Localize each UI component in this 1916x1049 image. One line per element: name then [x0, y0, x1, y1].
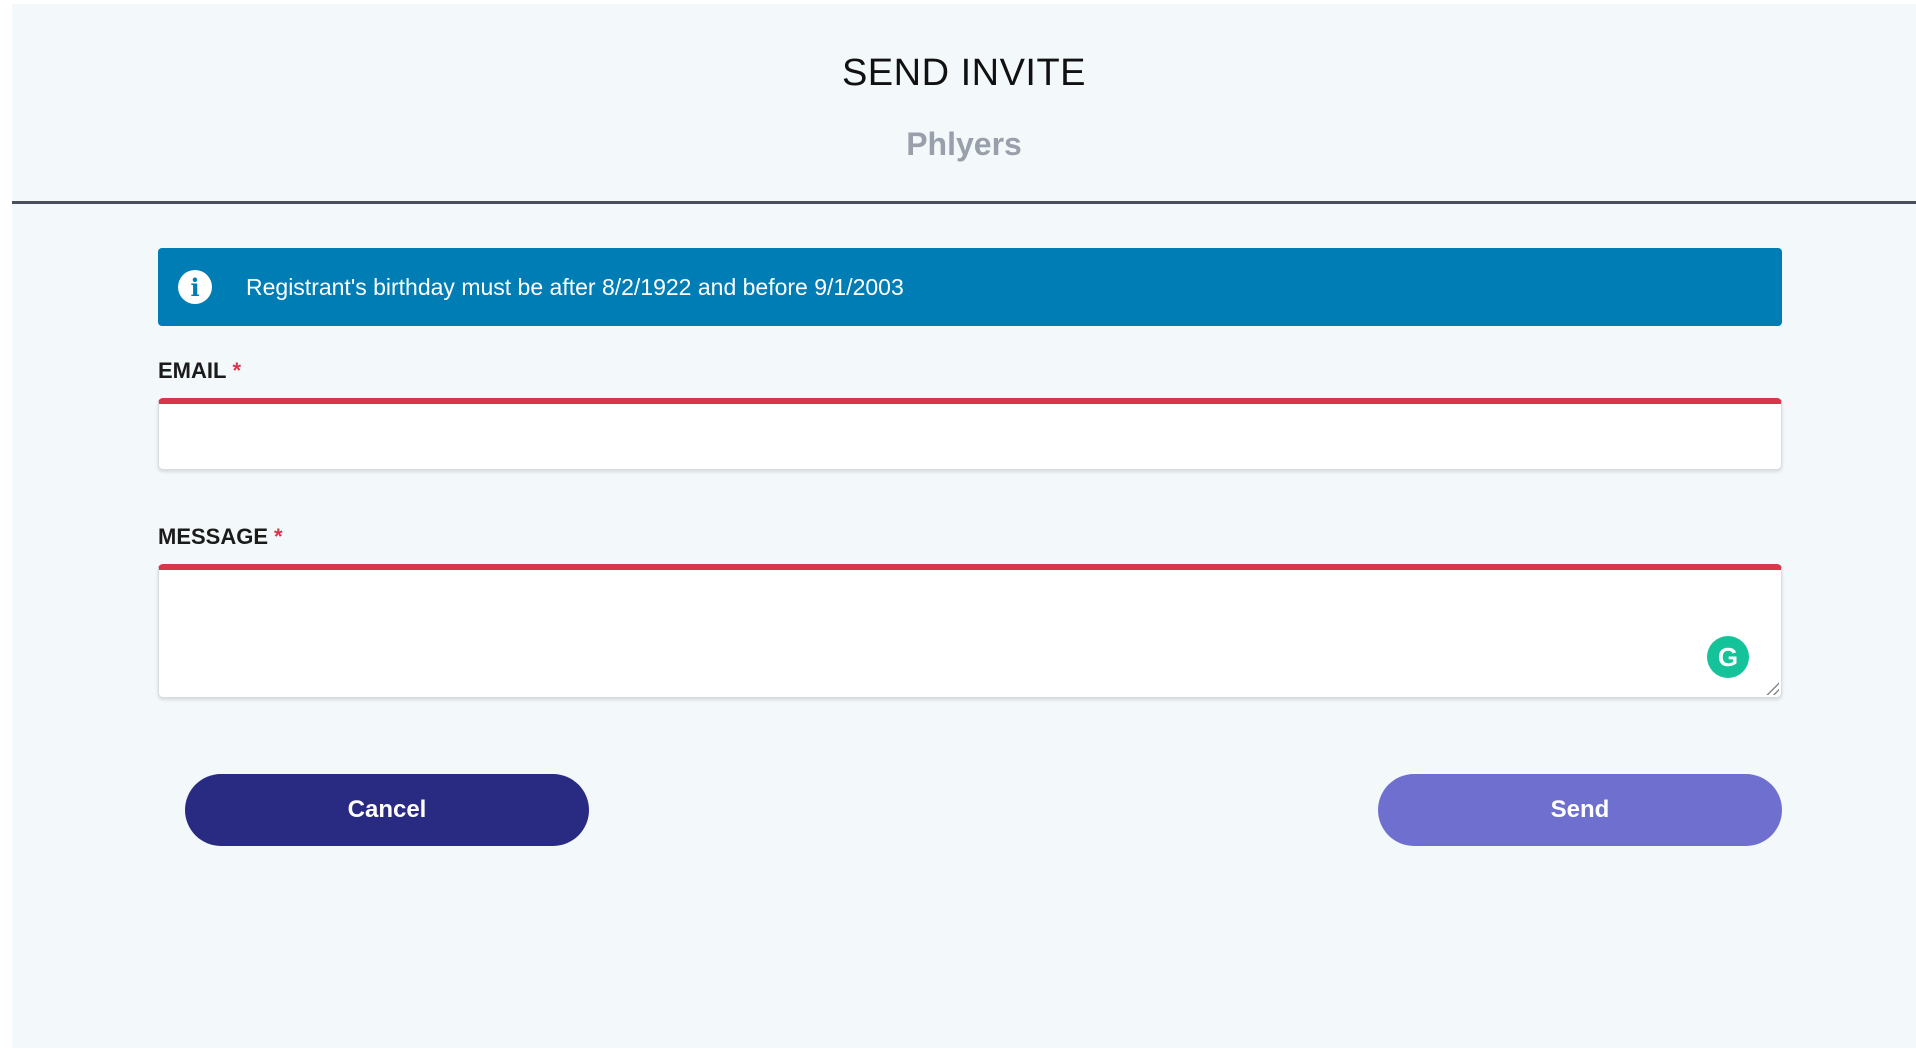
required-marker: * — [232, 358, 242, 383]
message-label: MESSAGE * — [158, 524, 1782, 550]
info-icon: i — [178, 270, 212, 304]
required-marker: * — [274, 524, 283, 549]
email-field[interactable] — [158, 398, 1782, 470]
info-banner: i Registrant's birthday must be after 8/… — [158, 248, 1782, 326]
invite-form: i Registrant's birthday must be after 8/… — [158, 248, 1782, 698]
message-field[interactable]: G — [158, 564, 1782, 698]
email-label-text: EMAIL — [158, 358, 227, 383]
page-header: SEND INVITE Phlyers — [12, 4, 1916, 204]
form-actions: Cancel Send — [158, 774, 1782, 846]
grammarly-icon[interactable]: G — [1707, 636, 1749, 678]
email-label: EMAIL * — [158, 358, 1782, 384]
invite-page: SEND INVITE Phlyers i Registrant's birth… — [12, 4, 1916, 1048]
message-label-text: MESSAGE — [158, 524, 269, 549]
info-banner-text: Registrant's birthday must be after 8/2/… — [246, 273, 904, 300]
team-name: Phlyers — [906, 126, 1022, 162]
resize-handle[interactable] — [1765, 681, 1779, 695]
cancel-button[interactable]: Cancel — [185, 774, 589, 846]
send-button[interactable]: Send — [1378, 774, 1782, 846]
page-title: SEND INVITE — [841, 52, 1087, 94]
